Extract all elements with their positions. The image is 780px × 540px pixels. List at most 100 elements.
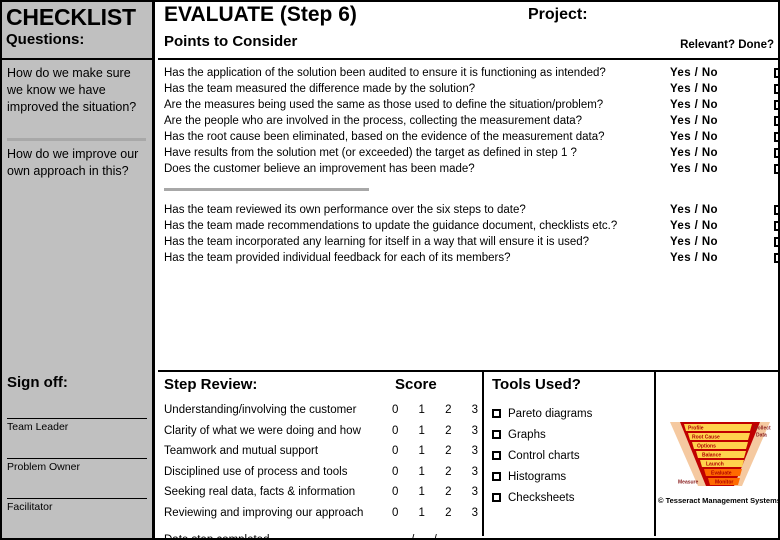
yes-no-label[interactable]: Yes / No [670,83,718,95]
done-checkbox[interactable] [774,100,778,110]
done-checkbox[interactable] [774,164,778,174]
date-completed-row: Date step completed ___/___/__ [164,532,482,540]
point-item: Has the application of the solution been… [164,67,606,79]
yes-no-label[interactable]: Yes / No [670,147,718,159]
tools-used-title: Tools Used? [492,376,581,393]
tools-used-section: Tools Used? Pareto diagrams Graphs Contr… [486,372,656,536]
score-option-3[interactable]: 3 [472,503,478,524]
yes-no-row[interactable]: Yes / No [670,161,778,177]
score-option-1[interactable]: 1 [419,400,425,421]
score-option-2[interactable]: 2 [445,462,451,483]
logo-step-label: Root Cause [692,435,720,441]
point-item: Are the people who are involved in the p… [164,115,583,127]
tesseract-process-diagram-icon: Profile Root Cause Options Balance Launc… [670,422,771,486]
yes-no-label[interactable]: Yes / No [670,236,718,248]
tool-checkbox[interactable] [492,451,501,460]
tool-row[interactable]: Pareto diagrams [492,404,654,425]
logo-step-label: Evaluate [711,471,732,477]
yes-no-row[interactable]: Yes / No [670,81,778,97]
yes-no-row[interactable]: Yes / No [670,97,778,113]
score-option-0[interactable]: 0 [392,441,398,462]
checklist-subtitle: Questions: [6,31,85,48]
score-option-2[interactable]: 2 [445,421,451,442]
score-option-2[interactable]: 2 [445,503,451,524]
point-item: Has the team provided individual feedbac… [164,252,511,264]
step-review-row: Seeking real data, facts & information 0… [164,482,482,503]
score-option-1[interactable]: 1 [419,482,425,503]
score-option-1[interactable]: 1 [419,441,425,462]
logo-step-label: Options [697,444,716,450]
done-checkbox[interactable] [774,148,778,158]
done-checkbox[interactable] [774,84,778,94]
score-option-3[interactable]: 3 [472,462,478,483]
tool-row[interactable]: Histograms [492,467,654,488]
score-option-0[interactable]: 0 [392,421,398,442]
yes-no-label[interactable]: Yes / No [670,163,718,175]
sidebar-question-1: How do we make sure we know we have impr… [7,66,137,114]
tool-label: Pareto diagrams [508,408,593,420]
tool-row[interactable]: Checksheets [492,488,654,509]
yes-no-row[interactable]: Yes / No [670,129,778,145]
point-item: Has the root cause been eliminated, base… [164,131,605,143]
yes-no-row[interactable]: Yes / No [670,218,778,234]
tool-checkbox[interactable] [492,472,501,481]
done-checkbox[interactable] [774,116,778,126]
score-option-3[interactable]: 3 [472,482,478,503]
score-option-2[interactable]: 2 [445,400,451,421]
score-option-3[interactable]: 3 [472,400,478,421]
score-option-3[interactable]: 3 [472,441,478,462]
date-completed-label: Date step completed [164,534,270,540]
yes-no-label[interactable]: Yes / No [670,67,718,79]
score-option-1[interactable]: 1 [419,462,425,483]
done-checkbox[interactable] [774,68,778,78]
point-item: Does the customer believe an improvement… [164,163,475,175]
yes-no-label[interactable]: Yes / No [670,131,718,143]
sidebar-header: CHECKLIST Questions: [2,2,152,60]
yes-no-label[interactable]: Yes / No [670,252,718,264]
points-group-divider [164,188,369,191]
tool-checkbox[interactable] [492,430,501,439]
yes-no-row[interactable]: Yes / No [670,250,778,266]
done-checkbox[interactable] [774,221,778,231]
score-option-0[interactable]: 0 [392,482,398,503]
score-options: 0 1 2 3 [392,441,478,462]
tool-row[interactable]: Graphs [492,425,654,446]
sidebar-question-2: How do we improve our own approach in th… [7,147,139,178]
yes-no-group-1: Yes / No Yes / No Yes / No Yes / No Yes … [670,65,778,177]
date-completed-field[interactable]: ___/___/__ [392,532,450,538]
step-review-title: Step Review: [164,376,258,393]
score-option-1[interactable]: 1 [419,421,425,442]
points-list: Has the application of the solution been… [164,65,664,266]
copyright-text: © Tesseract Management Systems [658,496,780,505]
done-checkbox[interactable] [774,237,778,247]
logo-step-label: Launch [706,462,724,468]
signoff-title: Sign off: [7,374,68,391]
done-checkbox[interactable] [774,205,778,215]
yes-no-row[interactable]: Yes / No [670,145,778,161]
score-option-2[interactable]: 2 [445,441,451,462]
yes-no-label[interactable]: Yes / No [670,115,718,127]
done-checkbox[interactable] [774,132,778,142]
yes-no-label[interactable]: Yes / No [670,220,718,232]
logo-step-label: Balance [702,453,721,459]
main-panel: EVALUATE (Step 6) Project: Points to Con… [158,2,778,538]
score-option-3[interactable]: 3 [472,421,478,442]
tool-checkbox[interactable] [492,409,501,418]
logo-measure-label: Measure [678,480,699,486]
yes-no-label[interactable]: Yes / No [670,204,718,216]
yes-no-row[interactable]: Yes / No [670,202,778,218]
yes-no-row[interactable]: Yes / No [670,234,778,250]
score-option-0[interactable]: 0 [392,400,398,421]
point-item: Have results from the solution met (or e… [164,147,577,159]
tool-row[interactable]: Control charts [492,446,654,467]
score-option-0[interactable]: 0 [392,462,398,483]
signoff-role-facilitator: Facilitator [7,501,53,513]
yes-no-row[interactable]: Yes / No [670,65,778,81]
score-option-1[interactable]: 1 [419,503,425,524]
score-option-0[interactable]: 0 [392,503,398,524]
tool-checkbox[interactable] [492,493,501,502]
score-option-2[interactable]: 2 [445,482,451,503]
yes-no-row[interactable]: Yes / No [670,113,778,129]
yes-no-label[interactable]: Yes / No [670,99,718,111]
done-checkbox[interactable] [774,253,778,263]
